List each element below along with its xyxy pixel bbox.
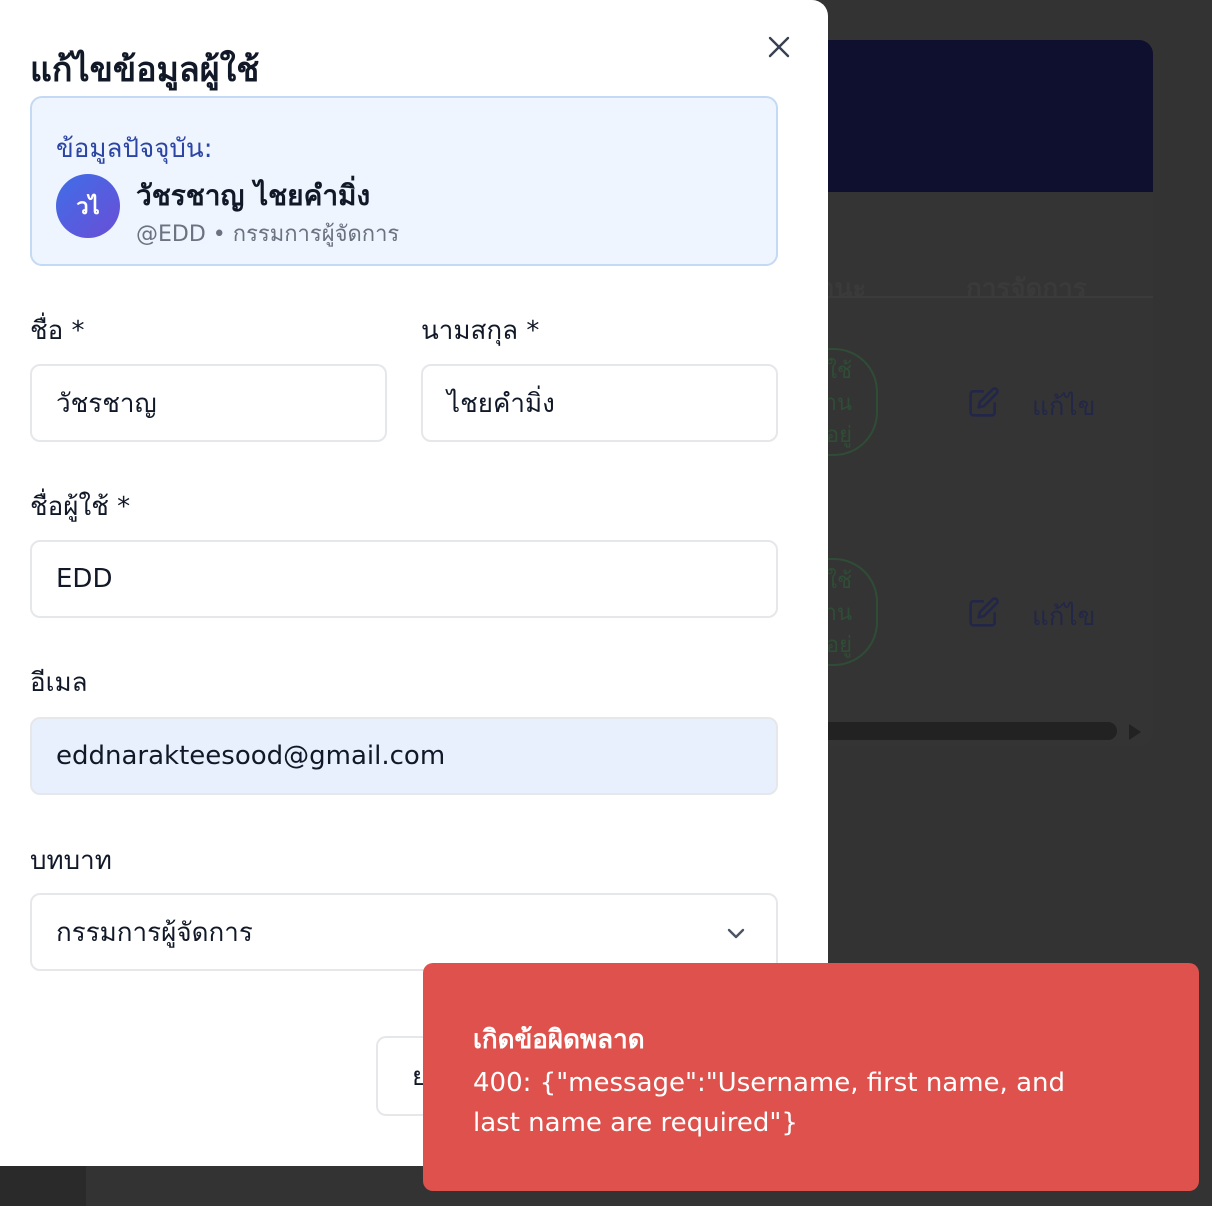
email-label: อีเมล [30,668,88,698]
username-input[interactable]: EDD [30,540,778,618]
role-select[interactable]: กรรมการผู้จัดการ [30,893,778,971]
edit-icon[interactable] [968,386,1000,418]
status-badge-label: ใช้ าน อยู่ [824,359,852,448]
role-label: บทบาท [30,846,112,876]
username-label: ชื่อผู้ใช้ * [30,492,131,522]
current-info-label: ข้อมูลปัจจุบัน: [56,134,213,164]
table-header-actions: การจัดการ [966,274,1087,304]
horizontal-scrollbar[interactable] [790,722,1117,740]
role-select-value: กรรมการผู้จัดการ [56,917,253,948]
chevron-down-icon [727,928,745,939]
status-badge-label: ใช้ าน อยู่ [824,569,852,658]
avatar: วไ [56,174,120,238]
modal-title: แก้ไขข้อมูลผู้ใช้ [30,50,260,90]
first-name-label: ชื่อ * [30,316,85,346]
error-toast[interactable]: เกิดข้อผิดพลาด 400: {"message":"Username… [423,963,1199,1191]
edit-icon[interactable] [968,596,1000,628]
toast-title: เกิดข้อผิดพลาด [473,1025,645,1055]
background-strip [0,1166,86,1206]
scroll-right-arrow-icon[interactable] [1129,724,1141,740]
current-user-meta: @EDD • กรรมการผู้จัดการ [136,222,400,247]
first-name-input[interactable]: วัชรชาญ [30,364,387,442]
toast-message: 400: {"message":"Username, first name, a… [473,1068,1065,1138]
close-button[interactable] [758,26,800,68]
last-name-label: นามสกุล * [421,316,540,346]
table-divider [790,296,1153,298]
background-users-card: านะ การจัดการ ใช้ าน อยู่ แก้ไข ใช้ าน อ… [790,40,1153,746]
current-user-name: วัชรชาญ ไชยคำมิ่ง [136,179,371,212]
last-name-input[interactable]: ไชยคำมิ่ง [421,364,778,442]
background-card-header [790,40,1153,192]
close-icon [768,36,790,58]
edit-link[interactable]: แก้ไข [1032,386,1095,427]
current-info-panel: ข้อมูลปัจจุบัน: วไ วัชรชาญ ไชยคำมิ่ง @ED… [30,96,778,266]
edit-link[interactable]: แก้ไข [1032,596,1095,637]
email-input[interactable]: eddnarakteesood@gmail.com [30,717,778,795]
